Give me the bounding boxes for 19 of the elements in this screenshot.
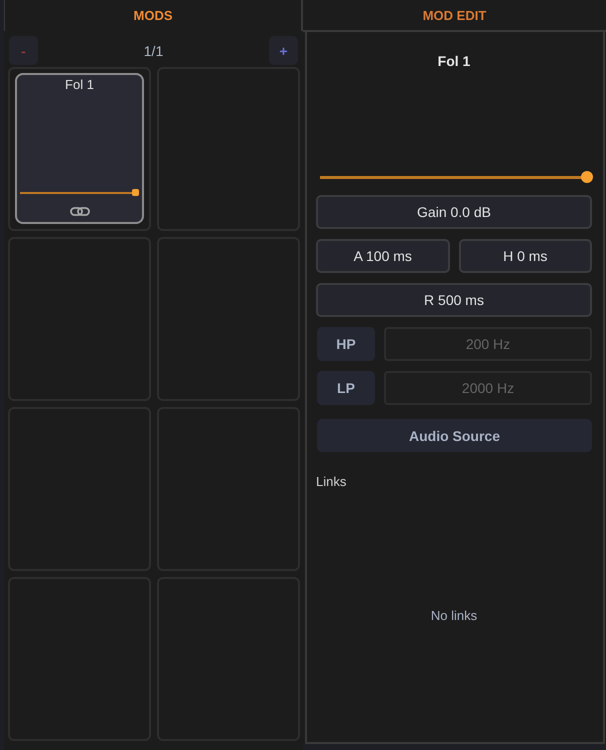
empty-links-text: No links bbox=[430, 608, 478, 622]
mod-name: Fol 1 bbox=[65, 77, 94, 93]
slider-thumb[interactable] bbox=[581, 171, 593, 183]
panel-title: MODS bbox=[134, 8, 172, 23]
panel-title: MOD EDIT bbox=[422, 8, 486, 22]
links-label: Links bbox=[316, 474, 346, 490]
page-indicator: 1/1 bbox=[144, 42, 164, 58]
parameter-button[interactable]: Gain 0.0 dB bbox=[316, 195, 592, 229]
parameter-button[interactable]: A 100 ms bbox=[316, 239, 450, 273]
link-icon[interactable] bbox=[70, 207, 90, 216]
mod-slot[interactable]: Fol 1 bbox=[8, 67, 151, 231]
next-page-button[interactable]: + bbox=[269, 36, 298, 65]
filter-toggle-button[interactable]: LP bbox=[317, 371, 375, 405]
mod-card[interactable]: Fol 1 bbox=[15, 73, 144, 224]
parameter-button[interactable]: H 0 ms bbox=[458, 239, 592, 273]
audio-source-button[interactable]: Audio Source bbox=[317, 419, 592, 452]
filter-toggle-button[interactable]: HP bbox=[317, 327, 375, 361]
mod-name: Fol 1 bbox=[438, 52, 470, 70]
parameter-button[interactable]: R 500 ms bbox=[316, 283, 592, 317]
